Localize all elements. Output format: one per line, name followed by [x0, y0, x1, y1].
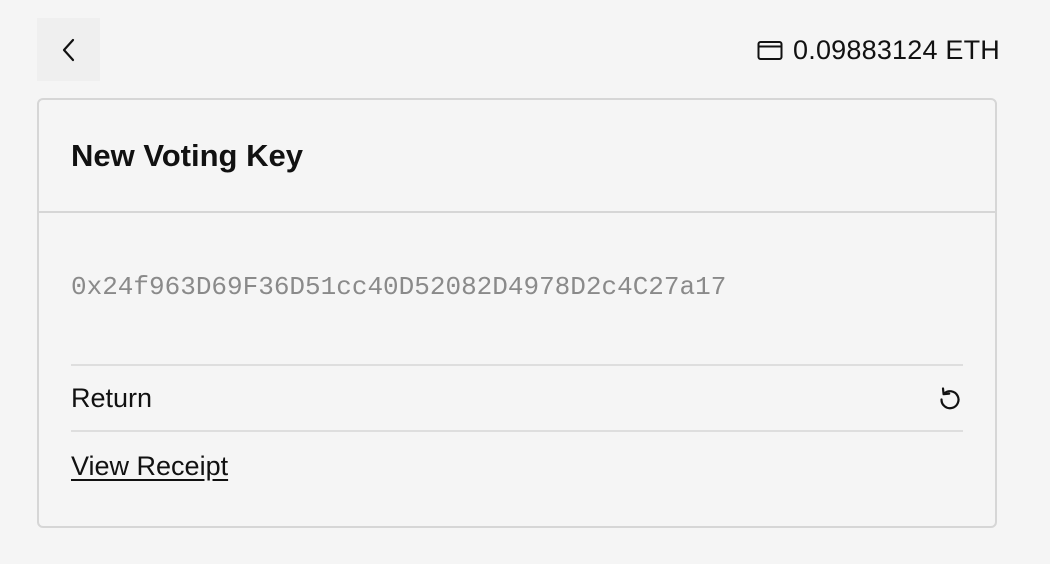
card-title: New Voting Key: [71, 137, 303, 173]
voting-key-address: 0x24f963D69F36D51cc40D52082D4978D2c4C27a…: [71, 213, 963, 366]
receipt-row: View Receipt: [71, 432, 963, 500]
return-label: Return: [71, 382, 153, 413]
chevron-left-icon: [61, 37, 77, 63]
wallet-icon: [757, 39, 783, 61]
wallet-balance: 0.09883124 ETH: [757, 32, 1000, 68]
card-body: 0x24f963D69F36D51cc40D52082D4978D2c4C27a…: [39, 213, 995, 500]
voting-key-card: New Voting Key 0x24f963D69F36D51cc40D520…: [37, 98, 997, 528]
back-button[interactable]: [37, 18, 100, 81]
page: 0.09883124 ETH New Voting Key 0x24f963D6…: [0, 0, 1050, 564]
rotate-ccw-icon: [937, 385, 963, 411]
view-receipt-link[interactable]: View Receipt: [71, 451, 228, 482]
card-header: New Voting Key: [39, 100, 995, 213]
balance-amount: 0.09883124 ETH: [793, 34, 1000, 65]
return-button[interactable]: Return: [71, 366, 963, 432]
